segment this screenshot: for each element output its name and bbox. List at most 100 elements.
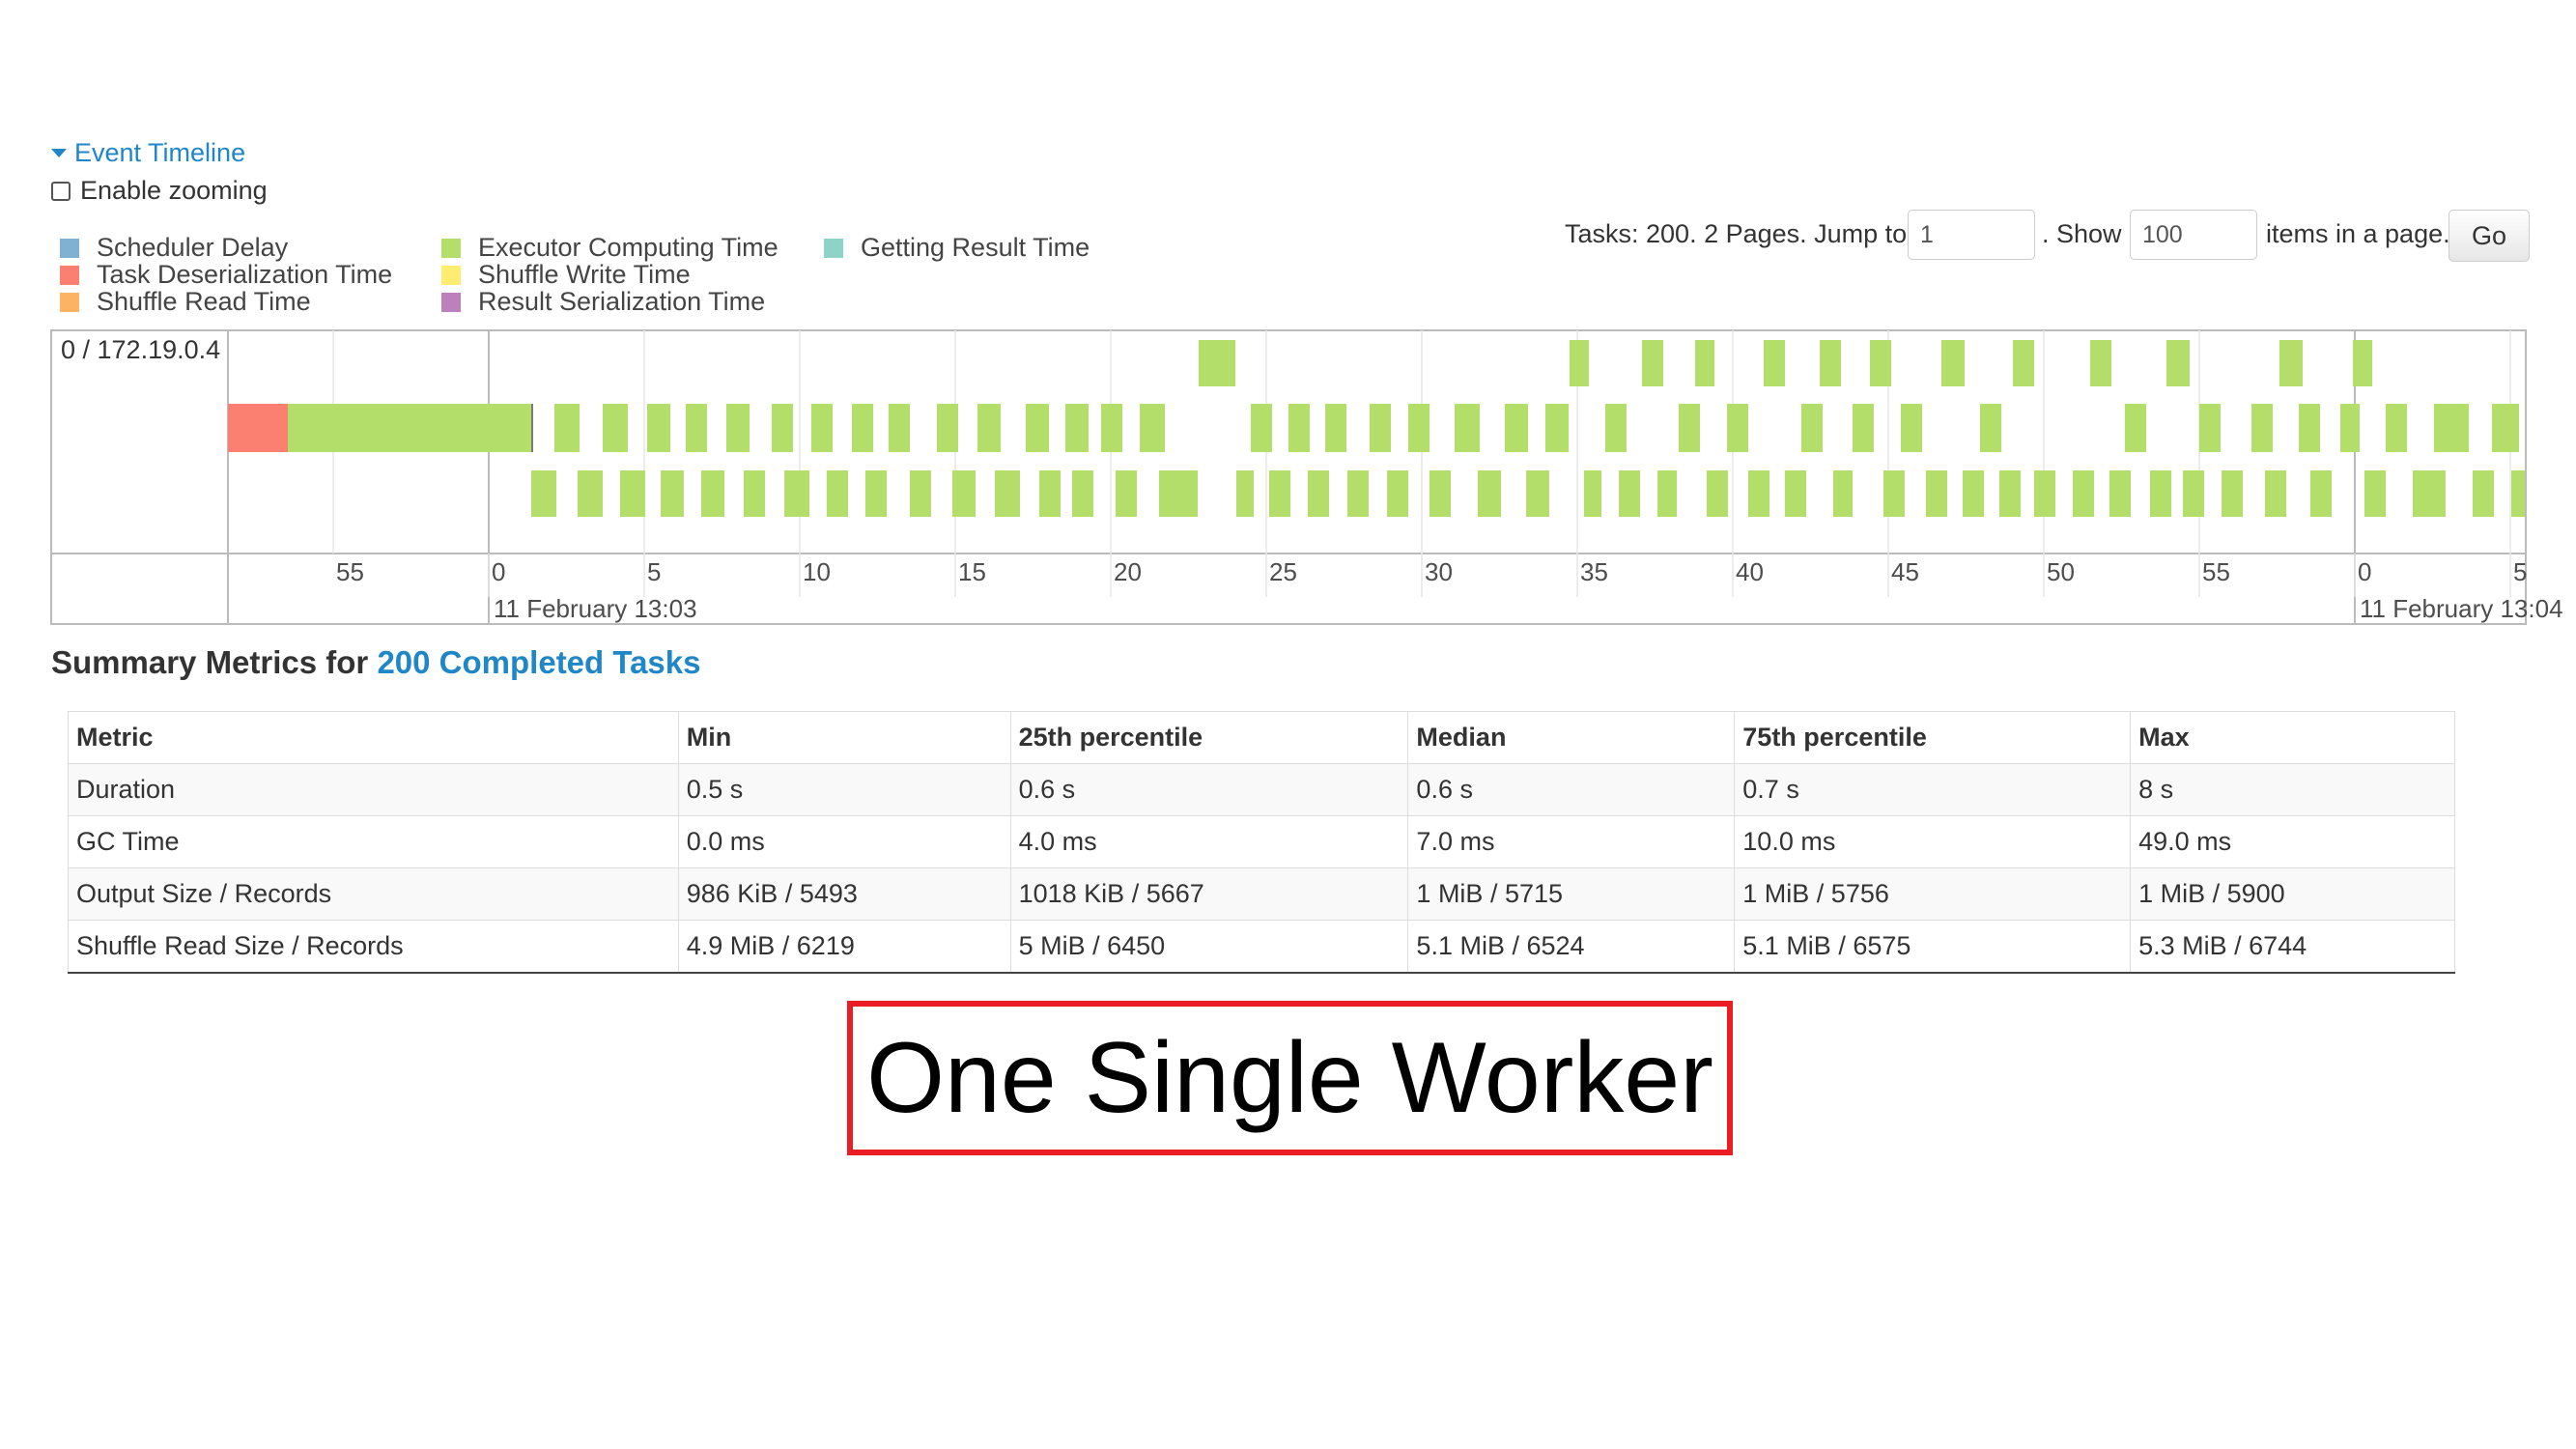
task-bar[interactable] xyxy=(1288,404,1310,452)
task-bar[interactable] xyxy=(1347,470,1369,517)
task-bar[interactable] xyxy=(1545,404,1569,452)
task-bar[interactable] xyxy=(2340,404,2360,452)
task-bar[interactable] xyxy=(1269,470,1290,517)
task-bar[interactable] xyxy=(603,404,628,452)
task-bar[interactable] xyxy=(647,404,670,452)
task-bar[interactable] xyxy=(865,470,887,517)
task-bar[interactable] xyxy=(2183,470,2204,517)
task-bar[interactable] xyxy=(1116,470,1137,517)
completed-tasks-link[interactable]: 200 Completed Tasks xyxy=(377,644,700,680)
task-bar[interactable] xyxy=(726,404,750,452)
task-bar[interactable] xyxy=(228,404,288,452)
task-bar[interactable] xyxy=(1159,470,1198,517)
task-bar[interactable] xyxy=(1065,404,1089,452)
task-bar[interactable] xyxy=(1505,404,1528,452)
task-bar[interactable] xyxy=(686,404,707,452)
task-bar[interactable] xyxy=(1785,470,1806,517)
task-bar[interactable] xyxy=(1642,340,1663,386)
task-bar[interactable] xyxy=(2413,470,2446,517)
task-bar[interactable] xyxy=(1026,404,1049,452)
task-bar[interactable] xyxy=(1941,340,1965,386)
task-bar[interactable] xyxy=(852,404,873,452)
task-bar[interactable] xyxy=(1408,404,1430,452)
task-bar[interactable] xyxy=(1801,404,1823,452)
task-bar[interactable] xyxy=(2364,470,2386,517)
task-bar[interactable] xyxy=(1980,404,2001,452)
task-bar[interactable] xyxy=(1853,404,1874,452)
task-bar[interactable] xyxy=(1199,340,1235,386)
task-bar[interactable] xyxy=(1833,470,1853,517)
task-bar[interactable] xyxy=(554,404,580,452)
task-bar[interactable] xyxy=(1072,470,1093,517)
column-header[interactable]: Median xyxy=(1407,711,1736,764)
task-bar[interactable] xyxy=(1478,470,1501,517)
task-bar[interactable] xyxy=(1039,470,1061,517)
task-bar[interactable] xyxy=(784,470,809,517)
column-header[interactable]: 25th percentile xyxy=(1009,711,1409,764)
task-bar[interactable] xyxy=(1727,404,1748,452)
task-bar[interactable] xyxy=(2125,404,2146,452)
task-bar[interactable] xyxy=(1570,340,1589,386)
task-bar[interactable] xyxy=(937,404,958,452)
task-bar[interactable] xyxy=(1101,404,1122,452)
task-bar[interactable] xyxy=(1999,470,2021,517)
task-bar[interactable] xyxy=(1308,470,1329,517)
task-bar[interactable] xyxy=(1764,340,1785,386)
task-bar[interactable] xyxy=(1695,340,1714,386)
task-bar[interactable] xyxy=(2222,470,2243,517)
task-bar[interactable] xyxy=(952,470,976,517)
task-bar[interactable] xyxy=(1707,470,1728,517)
task-bar[interactable] xyxy=(2473,470,2494,517)
task-bar[interactable] xyxy=(1605,404,1627,452)
task-bar[interactable] xyxy=(1748,470,1769,517)
task-bar[interactable] xyxy=(2434,404,2469,452)
task-bar[interactable] xyxy=(1963,470,1984,517)
task-bar[interactable] xyxy=(2150,470,2171,517)
task-bar[interactable] xyxy=(1251,404,1272,452)
task-bar[interactable] xyxy=(661,470,684,517)
task-bar[interactable] xyxy=(2353,340,2372,386)
task-bar[interactable] xyxy=(701,470,724,517)
column-header[interactable]: Metric xyxy=(68,711,679,764)
task-bar[interactable] xyxy=(811,404,833,452)
task-bar[interactable] xyxy=(1926,470,1947,517)
task-bar[interactable] xyxy=(1325,404,1346,452)
task-bar[interactable] xyxy=(1657,470,1677,517)
column-header[interactable]: Max xyxy=(2130,711,2455,764)
task-bar[interactable] xyxy=(2090,340,2111,386)
task-bar[interactable] xyxy=(2073,470,2094,517)
column-header[interactable]: Min xyxy=(677,711,1011,764)
task-bar[interactable] xyxy=(1820,340,1841,386)
task-bar[interactable] xyxy=(2299,404,2320,452)
task-bar[interactable] xyxy=(2265,470,2286,517)
task-bar[interactable] xyxy=(772,404,793,452)
task-bar[interactable] xyxy=(531,470,556,517)
task-bar[interactable] xyxy=(2310,470,2332,517)
task-bar[interactable] xyxy=(1901,404,1922,452)
task-bar[interactable] xyxy=(620,470,645,517)
task-bar[interactable] xyxy=(1140,404,1165,452)
task-bar[interactable] xyxy=(1619,470,1640,517)
task-bar[interactable] xyxy=(744,470,765,517)
task-bar[interactable] xyxy=(889,404,910,452)
task-bar[interactable] xyxy=(1526,470,1549,517)
task-bar[interactable] xyxy=(2386,404,2407,452)
task-bar[interactable] xyxy=(827,470,848,517)
task-bar[interactable] xyxy=(2034,470,2055,517)
task-bar[interactable] xyxy=(1455,404,1480,452)
task-bar[interactable] xyxy=(2251,404,2273,452)
task-bar[interactable] xyxy=(1430,470,1451,517)
task-bar[interactable] xyxy=(1584,470,1601,517)
task-bar[interactable] xyxy=(578,470,603,517)
task-bar[interactable] xyxy=(1870,340,1891,386)
task-bar[interactable] xyxy=(1679,404,1700,452)
task-bar[interactable] xyxy=(1387,470,1408,517)
task-bar[interactable] xyxy=(1883,470,1905,517)
task-bar[interactable] xyxy=(2013,340,2034,386)
task-bar[interactable] xyxy=(2511,470,2525,517)
task-bar[interactable] xyxy=(910,470,931,517)
task-bar[interactable] xyxy=(2199,404,2221,452)
column-header[interactable]: 75th percentile xyxy=(1734,711,2132,764)
task-bar[interactable] xyxy=(2492,404,2519,452)
task-bar[interactable] xyxy=(977,404,1001,452)
